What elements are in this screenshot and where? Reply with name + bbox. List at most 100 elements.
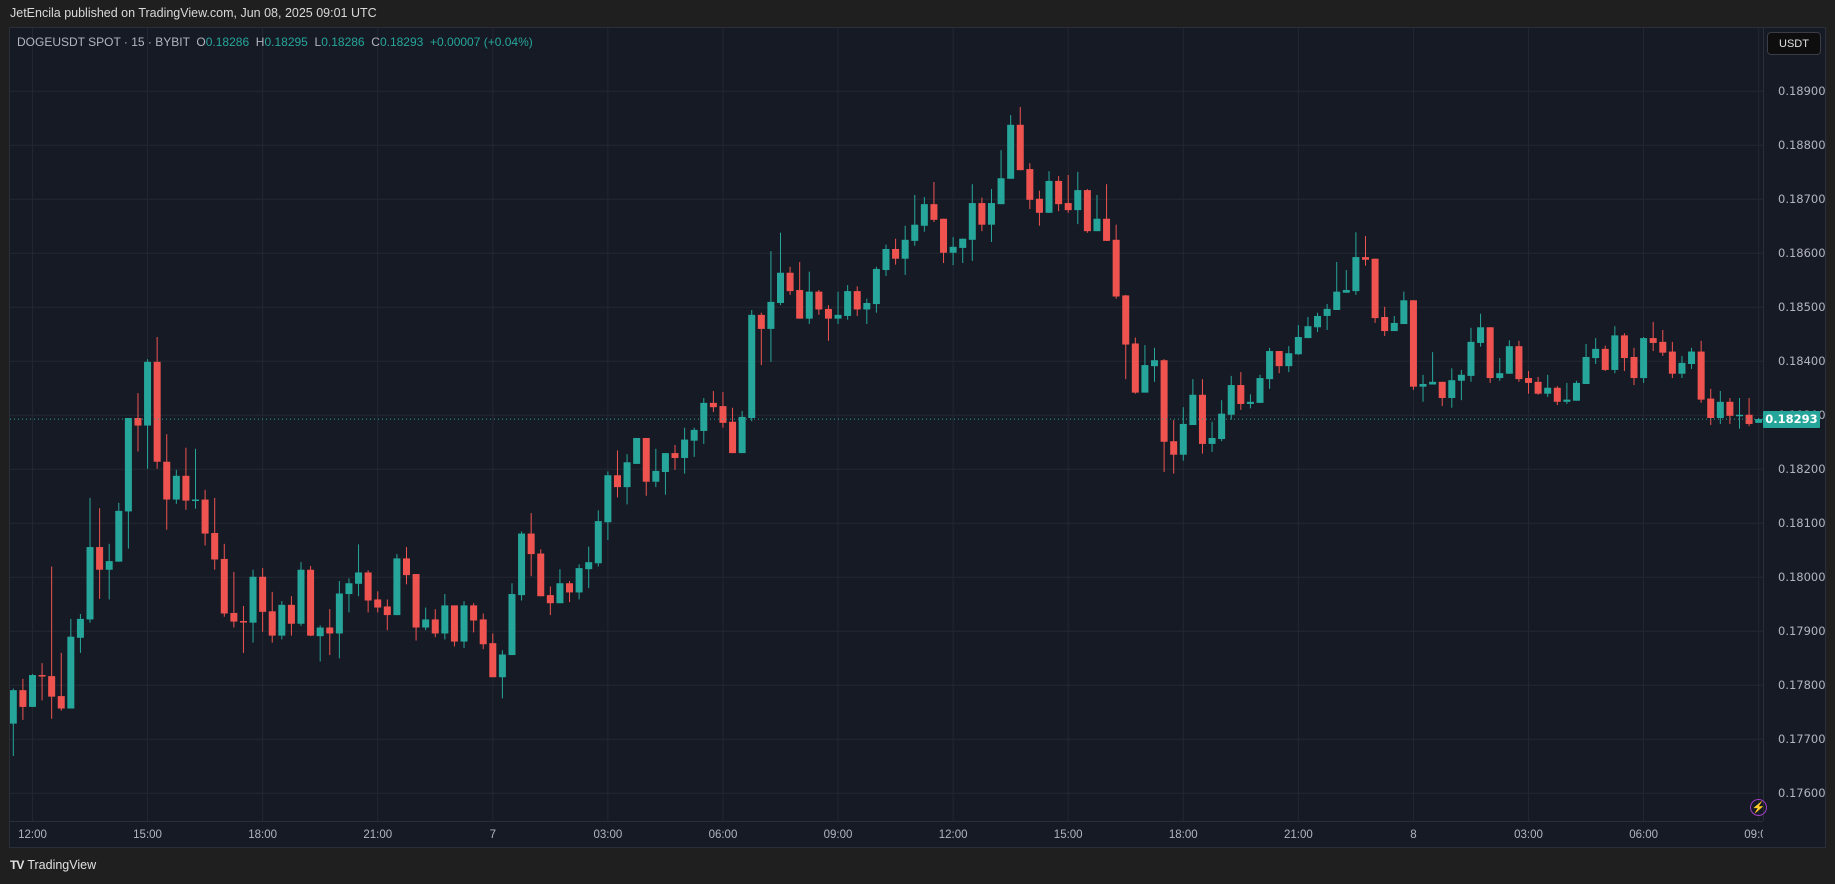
candle-body: [1103, 218, 1111, 241]
candle: [470, 603, 478, 633]
candle-body: [1496, 373, 1504, 379]
candle-body: [709, 402, 717, 408]
candle: [1160, 359, 1168, 472]
candle-body: [1668, 351, 1676, 374]
price-tick-label: 0.17900: [1778, 624, 1826, 639]
candle-body: [1534, 381, 1542, 394]
candle: [1697, 340, 1705, 403]
candle: [10, 688, 17, 757]
candle-body: [872, 268, 880, 305]
price-tick-label: 0.18000: [1778, 570, 1826, 585]
time-tick-label: 03:00: [1514, 829, 1543, 841]
symbol-title[interactable]: DOGEUSDT SPOT · 15 · BYBIT: [17, 35, 190, 49]
candle: [623, 454, 631, 505]
candle-body: [949, 246, 957, 253]
candle-body: [633, 437, 641, 464]
candle-body: [38, 675, 46, 677]
candle: [920, 197, 928, 232]
candle: [1275, 351, 1283, 374]
candle: [1544, 374, 1552, 397]
candle: [412, 574, 420, 641]
candle-body: [1323, 308, 1331, 316]
candle: [355, 544, 363, 597]
candle: [1659, 329, 1667, 356]
candle: [911, 194, 919, 246]
candle-body: [1438, 381, 1446, 399]
candle: [1189, 379, 1197, 426]
candle-body: [930, 204, 938, 220]
candle: [1448, 368, 1456, 408]
candle: [815, 290, 823, 315]
candle: [661, 453, 669, 495]
candle-body: [1218, 413, 1226, 440]
price-tick-label: 0.17700: [1778, 732, 1826, 747]
candle-body: [1448, 380, 1456, 399]
candle-body: [10, 690, 17, 724]
candle-body: [1055, 180, 1063, 205]
candle-body: [1544, 387, 1552, 394]
candle-body: [144, 361, 152, 426]
candle-body: [671, 453, 679, 458]
candle: [1246, 394, 1254, 409]
candle: [192, 448, 200, 509]
candle-body: [1525, 378, 1533, 383]
close-value: 0.18293: [379, 35, 424, 49]
candle-body: [1189, 394, 1197, 426]
candle-body: [1505, 346, 1513, 374]
candle-body: [661, 453, 669, 472]
candle: [1141, 345, 1149, 393]
price-tick-label: 0.18800: [1778, 138, 1826, 153]
candle-body: [307, 569, 315, 636]
candle-body: [450, 605, 458, 642]
candle-body: [1553, 387, 1561, 402]
candle: [1525, 371, 1533, 394]
candle-body: [1093, 218, 1101, 232]
candle: [796, 261, 804, 319]
lightning-icon[interactable]: ⚡: [1750, 799, 1767, 816]
candle-body: [892, 248, 900, 259]
candle-body: [834, 314, 842, 319]
candle: [239, 605, 247, 653]
candle-body: [1266, 351, 1274, 380]
symbol-legend: DOGEUSDT SPOT · 15 · BYBIT O0.18286 H0.1…: [17, 35, 533, 49]
candle: [1707, 388, 1715, 426]
candle-body: [249, 576, 257, 623]
tradingview-logo[interactable]: TV TradingView: [10, 858, 96, 872]
candle: [518, 531, 526, 601]
time-axis[interactable]: 12:00 15:00 18:00 21:00 7 03:00 06:00 09:00 12:0…: [10, 821, 1763, 849]
candle: [326, 609, 334, 656]
candle: [930, 182, 938, 222]
candle-body: [57, 696, 65, 709]
candle: [1093, 194, 1101, 232]
candle: [594, 510, 602, 567]
candle-body: [1381, 317, 1389, 332]
candle-body: [1227, 385, 1235, 415]
candle-body: [1304, 326, 1312, 339]
candle-body: [460, 605, 468, 642]
candle-body: [287, 604, 295, 624]
candle-body: [1659, 341, 1667, 353]
candle: [1227, 375, 1235, 420]
candle-body: [1649, 338, 1657, 343]
candle: [182, 447, 190, 510]
candle: [1505, 340, 1513, 374]
candle: [134, 393, 142, 452]
candle-body: [1035, 198, 1043, 213]
candle: [1563, 382, 1571, 404]
candle-body: [757, 314, 765, 329]
candle: [1467, 327, 1475, 382]
candle: [489, 633, 497, 678]
candlestick-chart[interactable]: [0, 0, 1835, 884]
price-tick-label: 0.18200: [1778, 462, 1826, 477]
candle-body: [1285, 353, 1293, 367]
candle: [460, 601, 468, 649]
currency-button[interactable]: USDT: [1767, 32, 1821, 55]
candle: [345, 578, 353, 613]
candle: [498, 650, 506, 699]
candle-body: [1697, 351, 1705, 400]
candle: [757, 312, 765, 366]
candle: [1553, 386, 1561, 406]
candle: [738, 410, 746, 454]
candle: [1323, 304, 1331, 330]
candle: [1736, 398, 1743, 429]
